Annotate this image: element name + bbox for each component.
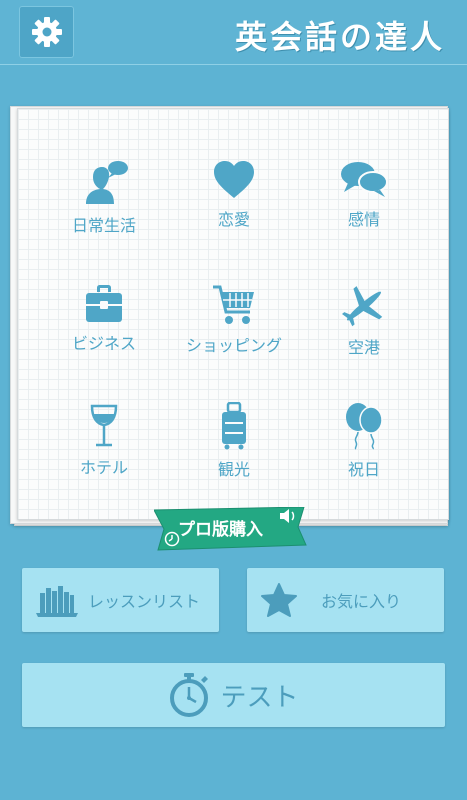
app-title: 英会話の達人 bbox=[234, 18, 445, 56]
stopwatch-icon bbox=[170, 673, 209, 717]
category-label: 観光 bbox=[217, 460, 250, 479]
pro-purchase-label: プロ版購入 bbox=[178, 520, 263, 540]
star-icon bbox=[261, 583, 297, 617]
favorites-label: お気に入り bbox=[321, 592, 402, 611]
category-label: 空港 bbox=[347, 338, 380, 357]
airplane-icon bbox=[342, 286, 383, 327]
lesson-list-label: レッスンリスト bbox=[88, 592, 201, 611]
header-bar: 英会話の達人 bbox=[0, 0, 467, 65]
person-speech-icon bbox=[86, 161, 128, 204]
wine-glass-icon bbox=[90, 404, 118, 447]
test-button[interactable]: テスト bbox=[22, 663, 445, 727]
test-label: テスト bbox=[220, 682, 299, 713]
category-label: 日常生活 bbox=[71, 216, 136, 235]
category-label: 感情 bbox=[347, 210, 380, 229]
category-daily-life[interactable]: 日常生活 bbox=[34, 160, 174, 260]
lesson-list-button[interactable]: レッスンリスト bbox=[22, 568, 219, 632]
books-icon bbox=[36, 586, 78, 617]
speaker-icon bbox=[280, 509, 295, 523]
chat-bubbles-icon bbox=[341, 162, 388, 197]
category-romance[interactable]: 恋愛 bbox=[164, 160, 304, 260]
category-label: ショッピング bbox=[185, 336, 282, 355]
briefcase-icon bbox=[86, 285, 122, 322]
category-holidays[interactable]: 祝日 bbox=[294, 402, 434, 502]
category-label: 祝日 bbox=[347, 460, 380, 479]
category-label: ホテル bbox=[79, 458, 128, 477]
category-emotions[interactable]: 感情 bbox=[294, 160, 434, 260]
suitcase-icon bbox=[222, 402, 246, 450]
pro-purchase-ribbon[interactable]: プロ版購入 bbox=[154, 507, 308, 551]
category-hotel[interactable]: ホテル bbox=[34, 404, 174, 504]
category-sightseeing[interactable]: 観光 bbox=[164, 402, 304, 502]
heart-icon bbox=[214, 161, 254, 198]
shopping-cart-icon bbox=[213, 285, 254, 324]
balloons-icon bbox=[346, 403, 383, 450]
category-airport[interactable]: 空港 bbox=[294, 284, 434, 384]
category-business[interactable]: ビジネス bbox=[34, 284, 174, 384]
gear-icon bbox=[31, 17, 62, 47]
category-label: ビジネス bbox=[71, 334, 136, 353]
settings-button[interactable] bbox=[19, 6, 74, 58]
category-label: 恋愛 bbox=[217, 210, 250, 229]
favorites-button[interactable]: お気に入り bbox=[247, 568, 444, 632]
category-shopping[interactable]: ショッピング bbox=[164, 284, 304, 384]
